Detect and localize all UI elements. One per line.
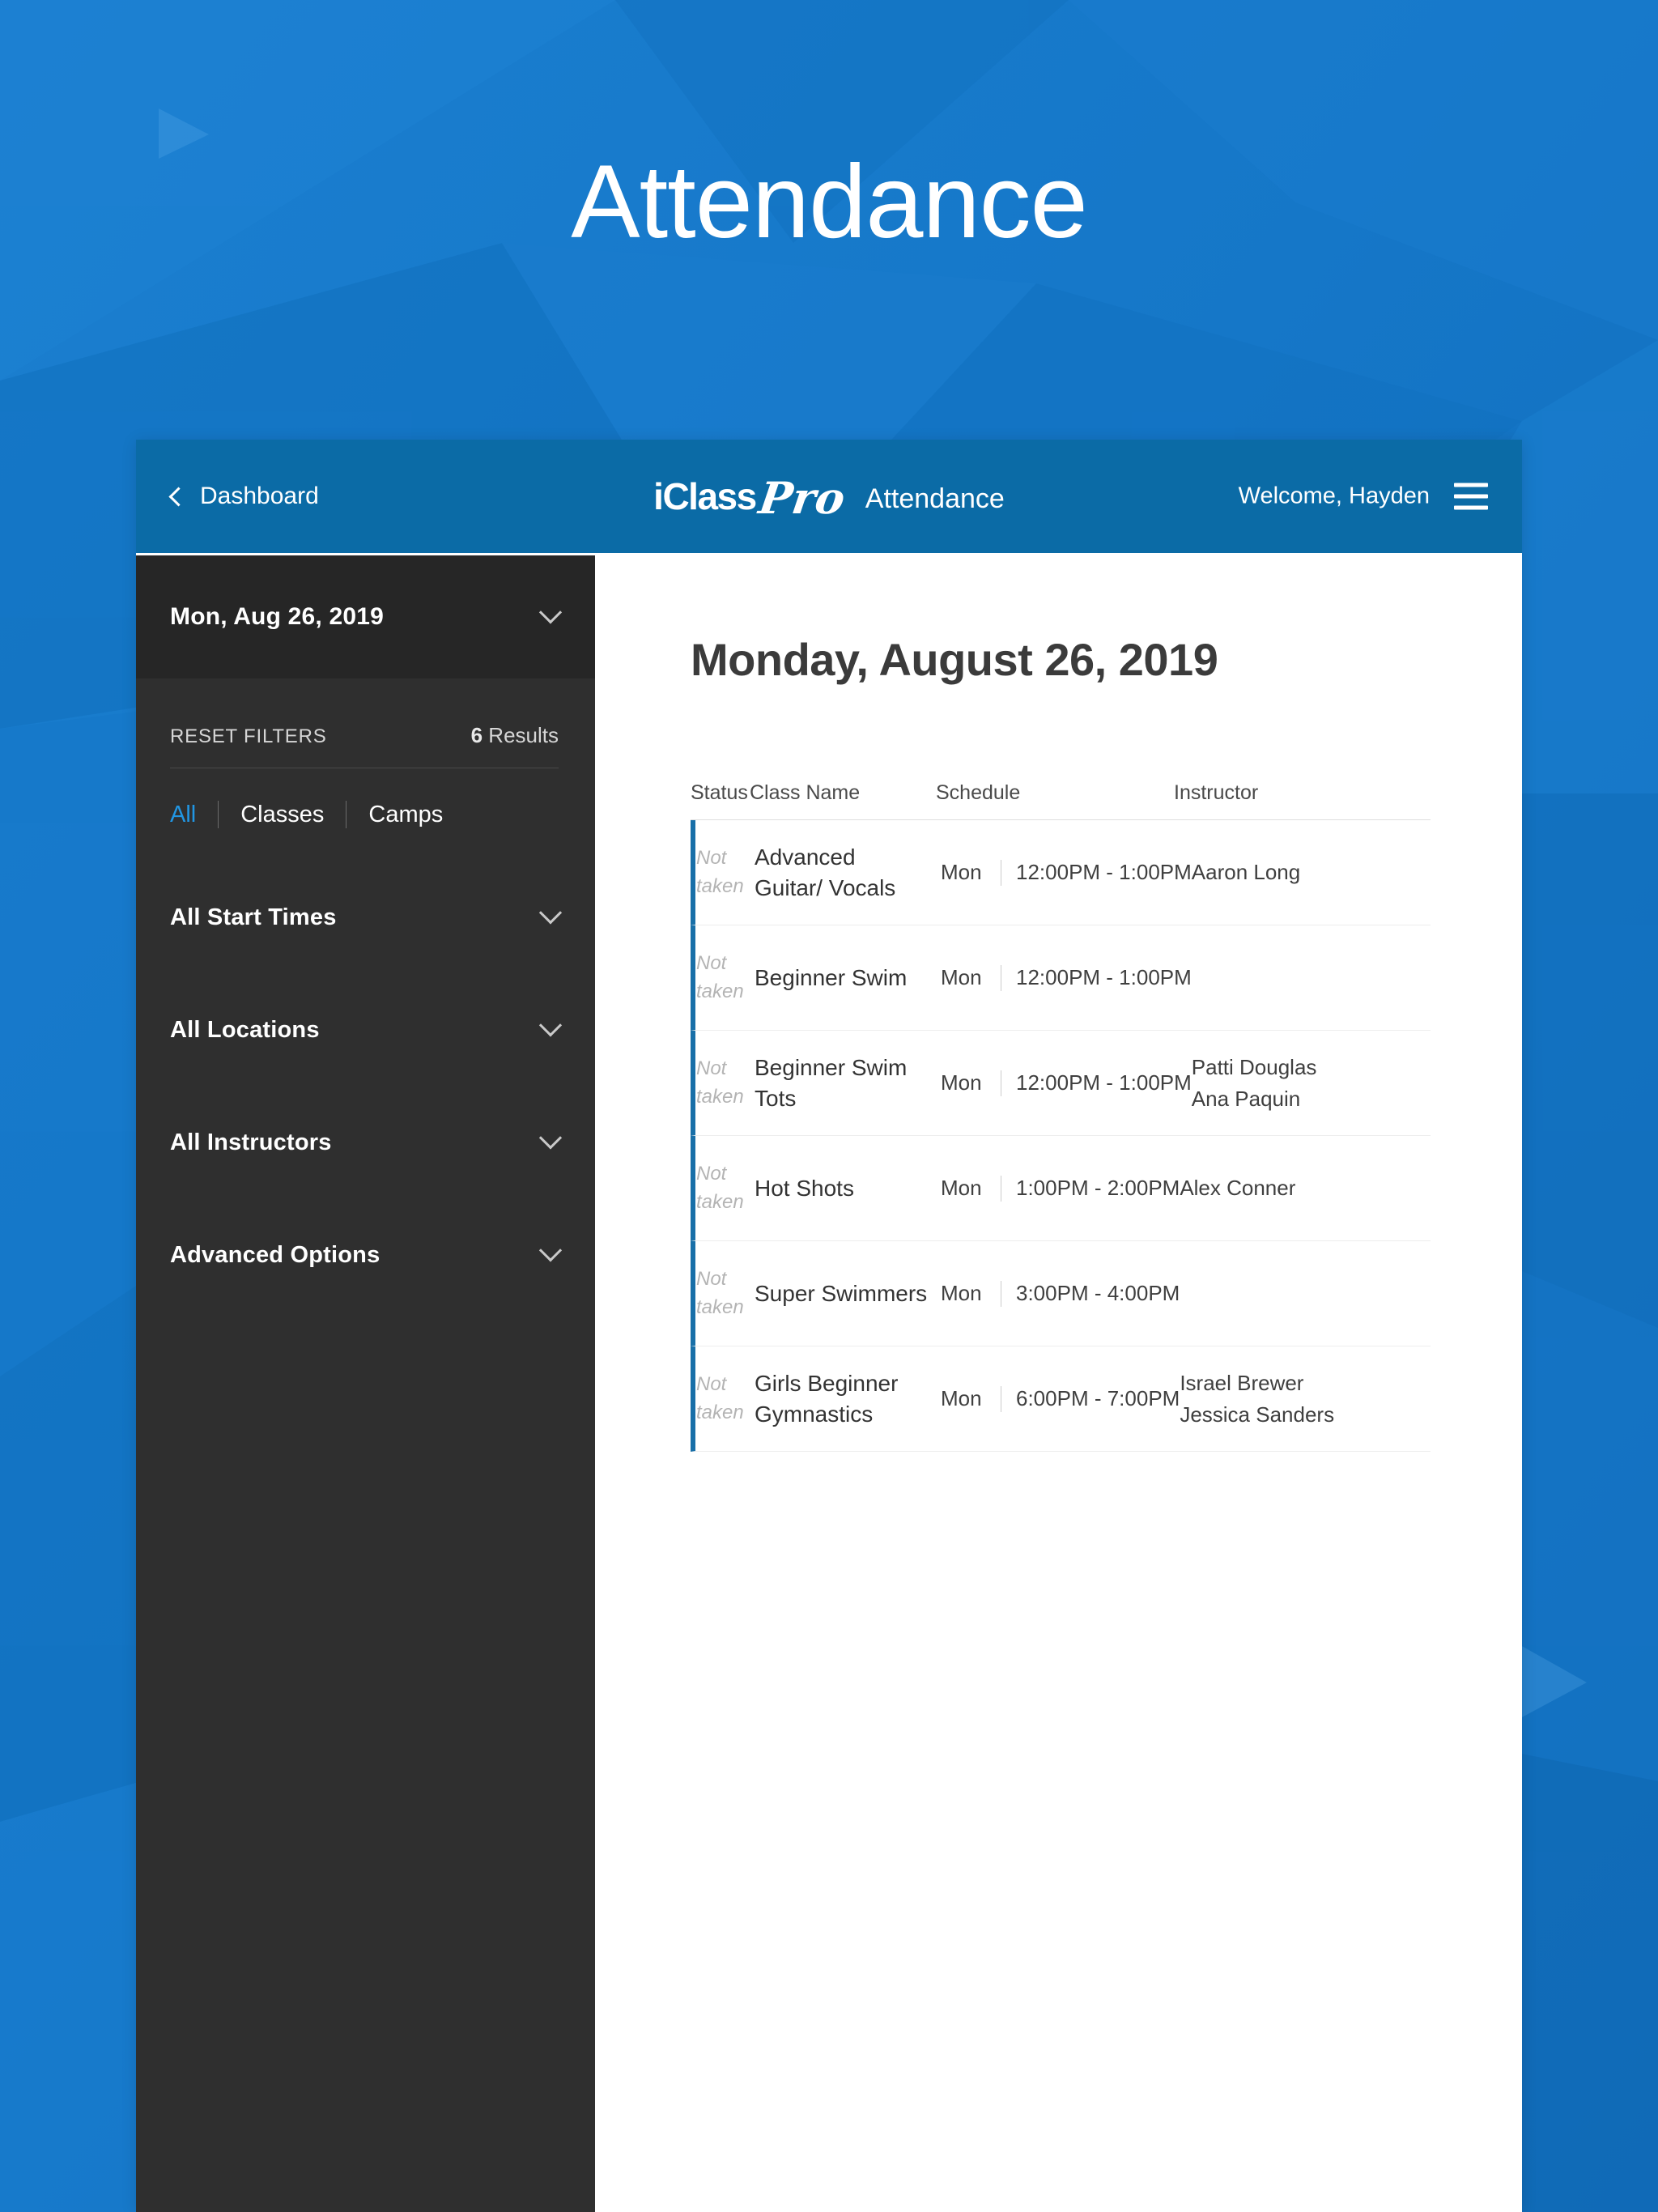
- instructor-cell: Aaron Long: [1192, 857, 1431, 888]
- schedule-day: Mon: [941, 1281, 982, 1305]
- class-name-cell: Hot Shots: [755, 1175, 854, 1201]
- table-body: Not taken Advanced Guitar/ Vocals Mon 12:00…: [691, 820, 1431, 1452]
- date-picker-value: Mon, Aug 26, 2019: [170, 603, 385, 630]
- instructor-name: Jessica Sanders: [1180, 1402, 1335, 1427]
- filter-group-advanced-options[interactable]: Advanced Options: [136, 1199, 595, 1312]
- date-picker[interactable]: Mon, Aug 26, 2019: [136, 555, 595, 678]
- filter-group-start-times[interactable]: All Start Times: [136, 861, 595, 974]
- schedule-cell: Mon 12:00PM - 1:00PM: [941, 859, 1192, 886]
- table-row[interactable]: Not taken Advanced Guitar/ Vocals Mon 12:00…: [691, 820, 1431, 925]
- column-header-class-name: Class Name: [750, 781, 861, 804]
- hamburger-line: [1454, 505, 1488, 510]
- app-title-label: Attendance: [865, 483, 1005, 514]
- class-type-tabs: All Classes Camps: [136, 768, 595, 829]
- table-row[interactable]: Not taken Beginner Swim Tots Mon 12:00PM - …: [691, 1031, 1431, 1136]
- status-badge: Not taken: [696, 847, 744, 897]
- status-badge: Not taken: [696, 1057, 744, 1108]
- user-area: Welcome, Hayden: [1239, 483, 1488, 510]
- page-title: Attendance: [571, 144, 1088, 260]
- logo-iclass-text: iClass: [653, 475, 757, 517]
- class-name-cell: Super Swimmers: [755, 1280, 928, 1306]
- status-badge: Not taken: [696, 1373, 744, 1423]
- schedule-time: 12:00PM - 1:00PM: [1016, 965, 1192, 989]
- chevron-down-icon: [538, 1239, 563, 1262]
- filter-sidebar: Mon, Aug 26, 2019 RESET FILTERS 6 Result…: [136, 555, 595, 2212]
- instructor-cell: Israel Brewer Jessica Sanders: [1180, 1368, 1431, 1431]
- class-table: Status Class Name Schedule Instructor No…: [691, 781, 1431, 1452]
- schedule-day: Mon: [941, 965, 982, 989]
- filter-group-locations[interactable]: All Locations: [136, 974, 595, 1087]
- chevron-down-icon: [538, 1126, 563, 1150]
- schedule-cell: Mon 12:00PM - 1:00PM: [941, 964, 1192, 991]
- table-row[interactable]: Not taken Super Swimmers Mon 3:00PM - 4:00P…: [691, 1241, 1431, 1346]
- results-count-number: 6: [470, 723, 483, 747]
- instructor-name: Patti Douglas: [1191, 1054, 1317, 1079]
- logo-pro-script: Pro: [755, 472, 848, 524]
- column-header-schedule: Schedule: [936, 781, 1021, 804]
- instructor-name: Ana Paquin: [1191, 1086, 1301, 1111]
- brand-logo: iClass Pro Attendance: [653, 472, 1005, 524]
- column-header-status: Status: [691, 781, 748, 804]
- chevron-left-icon: [168, 486, 189, 507]
- filters-header: RESET FILTERS 6 Results: [136, 678, 595, 748]
- schedule-time: 12:00PM - 1:00PM: [1016, 1070, 1192, 1095]
- instructor-cell: Patti Douglas Ana Paquin: [1192, 1052, 1431, 1115]
- class-name-cell: Advanced Guitar/ Vocals: [755, 844, 896, 900]
- hamburger-line: [1454, 483, 1488, 487]
- filter-group-list: All Start Times All Locations All Instru…: [136, 829, 595, 1312]
- filter-group-instructors[interactable]: All Instructors: [136, 1087, 595, 1199]
- chevron-down-icon: [538, 1014, 563, 1037]
- filter-group-label: Advanced Options: [170, 1241, 380, 1268]
- schedule-time: 1:00PM - 2:00PM: [1016, 1176, 1180, 1200]
- filter-group-label: All Locations: [170, 1016, 320, 1043]
- table-row[interactable]: Not taken Hot Shots Mon 1:00PM - 2:00PM Alex…: [691, 1136, 1431, 1241]
- results-count: 6 Results: [471, 723, 559, 748]
- schedule-cell: Mon 3:00PM - 4:00PM: [941, 1280, 1180, 1307]
- table-row[interactable]: Not taken Girls Beginner Gymnastics Mon 6:0…: [691, 1346, 1431, 1452]
- tab-all[interactable]: All: [170, 801, 218, 829]
- page-root: Attendance Dashboard iClass Pro Attendan…: [0, 0, 1658, 2212]
- back-link-label: Dashboard: [200, 483, 319, 509]
- instructor-name: Israel Brewer: [1180, 1370, 1304, 1395]
- schedule-day: Mon: [941, 1176, 982, 1200]
- class-name-cell: Girls Beginner Gymnastics: [755, 1370, 899, 1427]
- table-header-row: Status Class Name Schedule Instructor: [691, 781, 1431, 820]
- filter-group-label: All Start Times: [170, 904, 337, 930]
- main-date-heading: Monday, August 26, 2019: [691, 634, 1218, 685]
- back-to-dashboard-link[interactable]: Dashboard: [168, 483, 319, 510]
- instructor-name: Alex Conner: [1180, 1176, 1296, 1200]
- chevron-down-icon: [538, 601, 563, 624]
- hamburger-line: [1454, 494, 1488, 499]
- app-header-bar: Dashboard iClass Pro Attendance Welcome,…: [136, 440, 1522, 555]
- chevron-down-icon: [538, 901, 563, 925]
- schedule-day: Mon: [941, 860, 982, 884]
- instructor-cell: Alex Conner: [1180, 1172, 1431, 1204]
- welcome-label: Welcome, Hayden: [1238, 483, 1430, 509]
- status-badge: Not taken: [696, 1163, 744, 1213]
- status-badge: Not taken: [696, 952, 744, 1002]
- schedule-cell: Mon 6:00PM - 7:00PM: [941, 1385, 1180, 1412]
- schedule-time: 3:00PM - 4:00PM: [1016, 1281, 1180, 1305]
- tab-camps[interactable]: Camps: [346, 801, 465, 829]
- hamburger-menu-icon[interactable]: [1454, 483, 1488, 510]
- schedule-day: Mon: [941, 1070, 982, 1095]
- main-content: Monday, August 26, 2019 Status Class Nam…: [595, 555, 1522, 2212]
- schedule-cell: Mon 12:00PM - 1:00PM: [941, 1070, 1192, 1096]
- app-window: Dashboard iClass Pro Attendance Welcome,…: [136, 440, 1522, 2212]
- class-name-cell: Beginner Swim Tots: [755, 1054, 908, 1111]
- schedule-day: Mon: [941, 1386, 982, 1410]
- results-count-label: Results: [488, 723, 559, 747]
- column-header-instructor: Instructor: [1174, 781, 1259, 804]
- class-name-cell: Beginner Swim: [755, 964, 908, 990]
- app-body: Mon, Aug 26, 2019 RESET FILTERS 6 Result…: [136, 555, 1522, 2212]
- status-badge: Not taken: [696, 1268, 744, 1318]
- table-row[interactable]: Not taken Beginner Swim Mon 12:00PM - 1:00P…: [691, 925, 1431, 1031]
- instructor-name: Aaron Long: [1191, 860, 1301, 884]
- schedule-cell: Mon 1:00PM - 2:00PM: [941, 1175, 1180, 1202]
- tab-classes[interactable]: Classes: [219, 801, 346, 829]
- reset-filters-button[interactable]: RESET FILTERS: [170, 725, 471, 748]
- schedule-time: 12:00PM - 1:00PM: [1016, 860, 1192, 884]
- schedule-time: 6:00PM - 7:00PM: [1016, 1386, 1180, 1410]
- filter-group-label: All Instructors: [170, 1129, 332, 1155]
